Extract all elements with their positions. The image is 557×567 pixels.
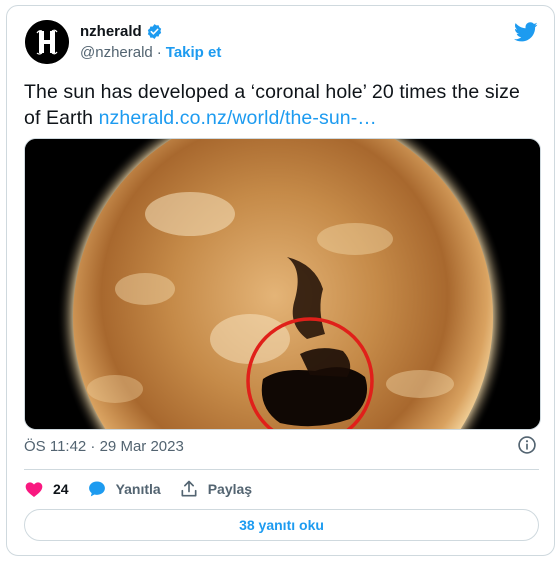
heart-icon	[25, 482, 43, 497]
share-icon	[181, 480, 197, 497]
tweet-link[interactable]: nzherald.co.nz/world/the-sun-…	[99, 107, 377, 129]
tweet-timestamp[interactable]: ÖS 11:42 · 29 Mar 2023	[24, 438, 184, 455]
share-label: Paylaş	[207, 481, 253, 497]
handle-row: @nzherald · Takip et	[80, 44, 221, 61]
divider	[24, 469, 539, 470]
reply-button[interactable]: Yanıtla	[87, 479, 161, 499]
share-button[interactable]: Paylaş	[179, 479, 252, 499]
tweet-card: nzherald @nzherald · Takip et The sun ha…	[6, 5, 555, 556]
like-button[interactable]: 24	[24, 479, 69, 499]
avatar[interactable]	[25, 20, 69, 64]
twitter-bird-icon[interactable]	[514, 20, 538, 49]
author-name-row[interactable]: nzherald	[80, 23, 163, 40]
verified-badge-icon	[146, 23, 163, 40]
sun-image	[25, 139, 540, 429]
reply-label: Yanıtla	[115, 481, 161, 497]
separator: ·	[156, 44, 162, 61]
author-handle[interactable]: @nzherald	[80, 44, 153, 61]
author-name[interactable]: nzherald	[80, 23, 142, 40]
read-replies-button[interactable]: 38 yanıtı oku	[24, 509, 539, 541]
action-bar: 24 Yanıtla Paylaş	[24, 478, 270, 500]
reply-bubble-icon	[88, 481, 105, 497]
info-icon[interactable]	[517, 435, 537, 460]
tweet-image[interactable]	[24, 138, 541, 430]
like-count: 24	[53, 481, 69, 497]
nzherald-logo-icon	[25, 20, 69, 64]
tweet-text: The sun has developed a ‘coronal hole’ 2…	[24, 79, 539, 131]
follow-button[interactable]: Takip et	[166, 44, 222, 61]
